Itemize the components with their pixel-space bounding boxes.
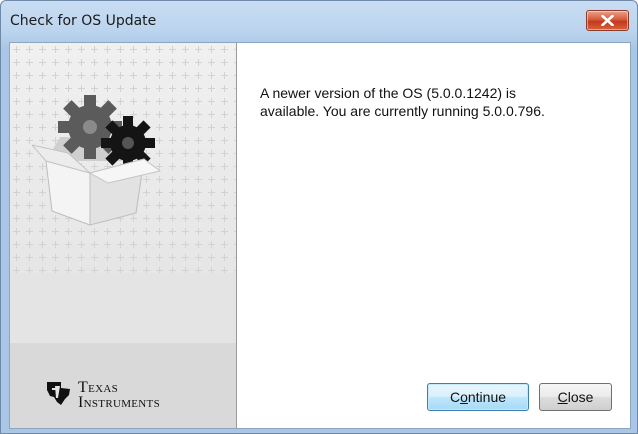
texas-instruments-logo: TEXAS INSTRUMENTS bbox=[44, 378, 204, 411]
close-window-button[interactable] bbox=[586, 10, 629, 31]
close-icon bbox=[601, 15, 614, 26]
window-title: Check for OS Update bbox=[10, 13, 157, 29]
close-button[interactable]: Close bbox=[539, 383, 612, 411]
message-line-1: A newer version of the OS (5.0.0.1242) i… bbox=[260, 85, 517, 101]
accelerator-key: o bbox=[460, 389, 468, 405]
sidebar-panel: TEXAS INSTRUMENTS bbox=[10, 43, 237, 428]
gears-in-box-icon bbox=[32, 95, 162, 226]
continue-button[interactable]: Continue bbox=[427, 383, 529, 411]
main-panel: A newer version of the OS (5.0.0.1242) i… bbox=[237, 43, 630, 428]
grid-background bbox=[10, 43, 236, 273]
accelerator-key: C bbox=[557, 389, 568, 405]
update-message: A newer version of the OS (5.0.0.1242) i… bbox=[260, 84, 610, 120]
title-bar[interactable]: Check for OS Update bbox=[1, 1, 637, 41]
dialog-window: Check for OS Update TEXAS INSTRUMENTS A … bbox=[0, 0, 638, 434]
logo-word-texas: TEXAS bbox=[78, 379, 119, 396]
dialog-content: TEXAS INSTRUMENTS A newer version of the… bbox=[9, 42, 631, 429]
logo-word-instruments: INSTRUMENTS bbox=[78, 394, 160, 411]
message-line-2: available. You are currently running 5.0… bbox=[260, 103, 545, 119]
ti-state-logo-icon bbox=[47, 382, 70, 405]
